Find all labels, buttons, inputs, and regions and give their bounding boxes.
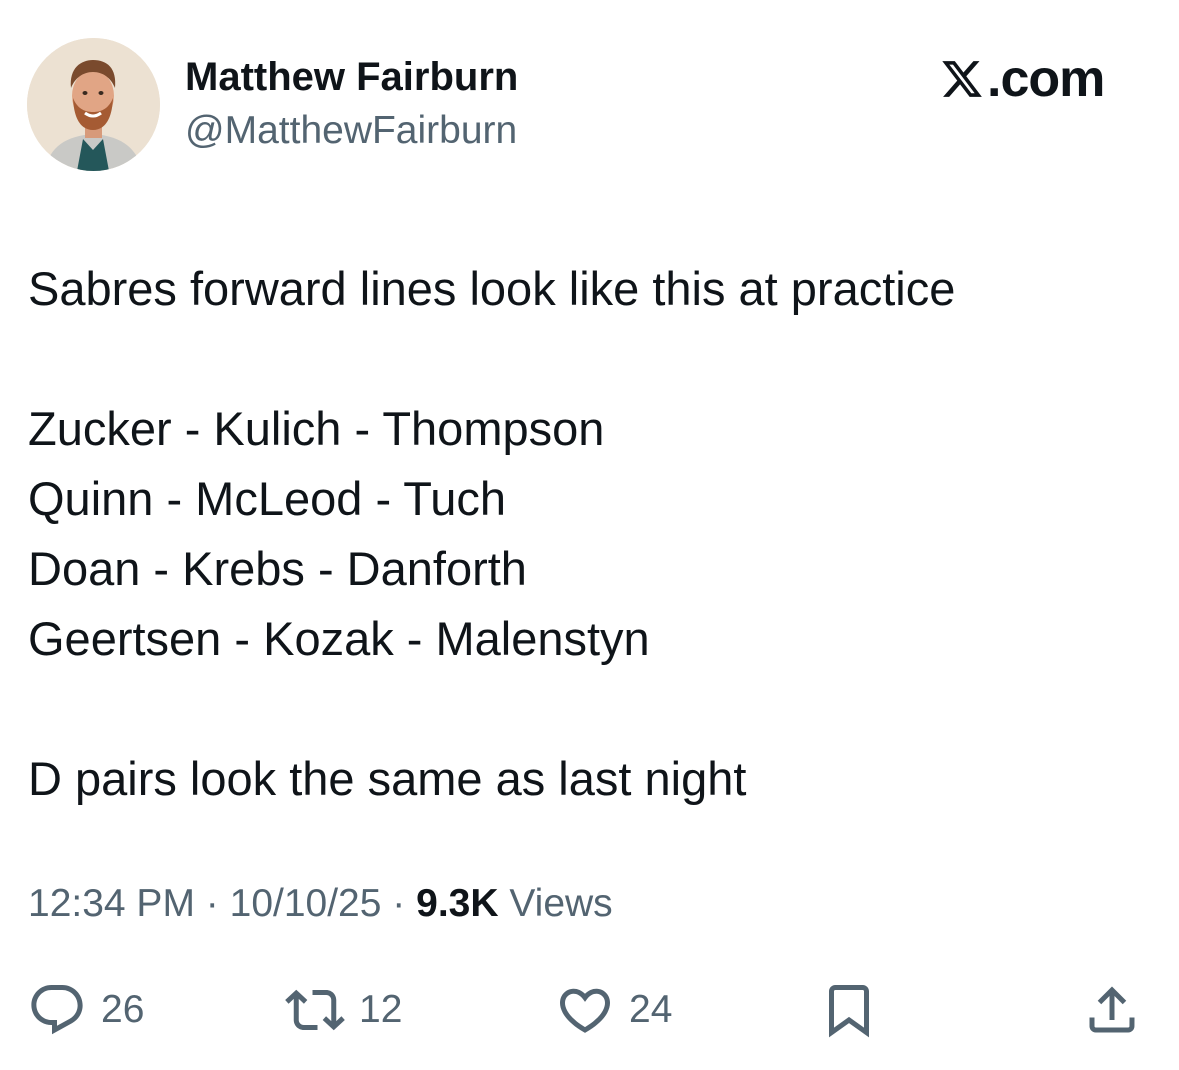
x-logo-suffix: .com	[987, 50, 1105, 108]
tweet-body: Sabres forward lines look like this at p…	[28, 254, 1148, 814]
author-display-name[interactable]: Matthew Fairburn	[185, 55, 518, 100]
tweet-line-outro: D pairs look the same as last night	[28, 752, 747, 805]
reply-count: 26	[101, 988, 145, 1031]
tweet-metadata: 12:34 PM · 10/10/25 · 9.3K Views	[28, 882, 613, 926]
meta-separator: ·	[205, 882, 219, 925]
views-count: 9.3K	[416, 882, 499, 925]
views-label: Views	[509, 882, 613, 925]
reply-button[interactable]: 26	[27, 975, 144, 1045]
bookmark-button[interactable]	[819, 975, 879, 1045]
x-com-logo: .com	[940, 50, 1105, 108]
repost-count: 12	[359, 988, 403, 1031]
like-button[interactable]: 24	[555, 975, 672, 1045]
tweet-action-bar: 26 12 24	[0, 975, 1179, 1045]
tweet-line-1: Zucker - Kulich - Thompson	[28, 402, 605, 455]
tweet-line-intro: Sabres forward lines look like this at p…	[28, 262, 956, 315]
repost-button[interactable]: 12	[285, 975, 402, 1045]
heart-icon	[559, 988, 611, 1033]
meta-separator: ·	[392, 882, 406, 925]
share-button[interactable]	[1082, 975, 1142, 1045]
x-logo-icon	[942, 61, 982, 97]
tweet-line-2: Quinn - McLeod - Tuch	[28, 472, 507, 525]
tweet-line-4: Geertsen - Kozak - Malenstyn	[28, 612, 650, 665]
share-icon	[1089, 986, 1135, 1033]
avatar-photo	[27, 38, 160, 171]
like-count: 24	[629, 988, 673, 1031]
tweet-line-3: Doan - Krebs - Danforth	[28, 542, 527, 595]
author-avatar[interactable]	[27, 38, 160, 171]
repost-icon	[285, 989, 345, 1031]
bookmark-icon	[829, 985, 869, 1038]
author-handle[interactable]: @MatthewFairburn	[185, 109, 517, 153]
tweet-time[interactable]: 12:34 PM	[28, 882, 195, 925]
reply-icon	[31, 985, 83, 1035]
tweet-date[interactable]: 10/10/25	[230, 882, 382, 925]
